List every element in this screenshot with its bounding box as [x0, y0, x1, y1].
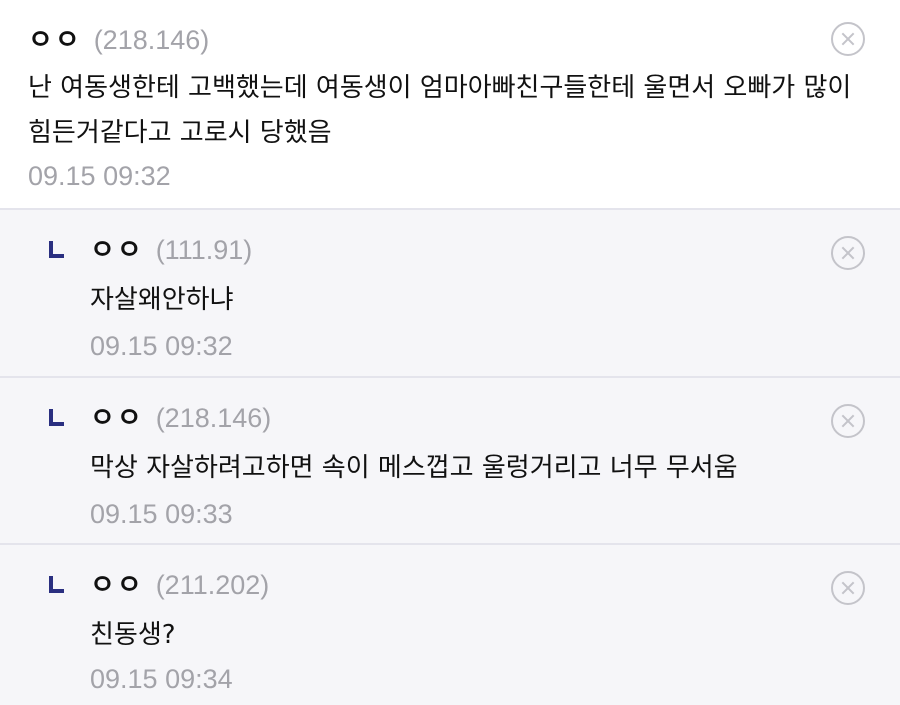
reply-text: 친동생?	[90, 620, 176, 650]
ip-address: (218.146)	[93, 25, 210, 55]
reply-item: ㅇㅇ (111.91) 자살왜안하냐 09.15 09:32	[0, 208, 900, 376]
reply-author: ㅇㅇ (111.91)	[90, 228, 252, 267]
reply-corner-icon	[49, 576, 64, 593]
ip-address: (111.91)	[155, 235, 253, 265]
reply-item: ㅇㅇ (211.202) 친동생? 09.15 09:34	[0, 543, 900, 705]
comment-date: 09.15 09:32	[28, 161, 171, 191]
nickname[interactable]: ㅇㅇ	[90, 228, 144, 267]
reply-author: ㅇㅇ (218.146)	[90, 396, 271, 435]
close-circle-icon[interactable]	[831, 571, 865, 605]
close-circle-icon[interactable]	[831, 236, 865, 270]
reply-corner-icon	[49, 241, 64, 258]
comment-author: ㅇㅇ (218.146)	[28, 18, 209, 57]
nickname[interactable]: ㅇㅇ	[90, 396, 144, 435]
close-circle-icon[interactable]	[831, 22, 865, 56]
reply-date: 09.15 09:33	[90, 499, 233, 529]
comment-item: ㅇㅇ (218.146) 난 여동생한테 고백했는데 여동생이 엄마아빠친구들한…	[0, 0, 900, 208]
reply-author: ㅇㅇ (211.202)	[90, 563, 269, 602]
comment-text: 난 여동생한테 고백했는데 여동생이 엄마아빠친구들한테 울면서 오빠가 많이 …	[28, 73, 852, 148]
close-circle-icon[interactable]	[831, 404, 865, 438]
reply-corner-icon	[49, 409, 64, 426]
nickname[interactable]: ㅇㅇ	[28, 18, 82, 57]
nickname[interactable]: ㅇㅇ	[90, 563, 144, 602]
ip-address: (211.202)	[155, 570, 270, 600]
reply-text: 자살왜안하냐	[90, 285, 234, 315]
ip-address: (218.146)	[155, 403, 272, 433]
reply-date: 09.15 09:32	[90, 331, 233, 361]
reply-date: 09.15 09:34	[90, 664, 233, 694]
reply-text: 막상 자살하려고하면 속이 메스껍고 울렁거리고 너무 무서움	[90, 453, 738, 483]
reply-item: ㅇㅇ (218.146) 막상 자살하려고하면 속이 메스껍고 울렁거리고 너무…	[0, 376, 900, 543]
